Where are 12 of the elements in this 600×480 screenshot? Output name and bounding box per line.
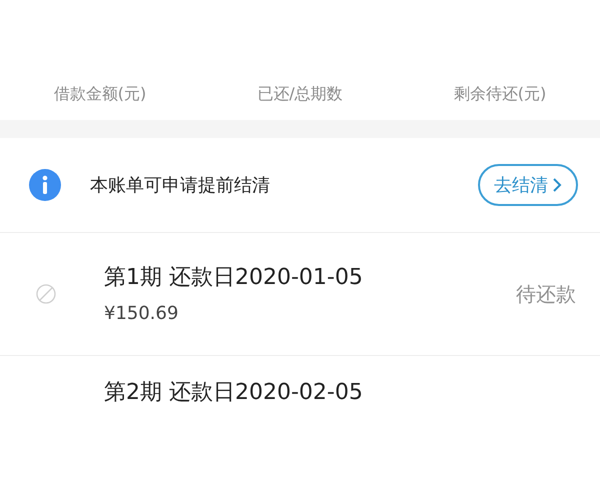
- installment-title: 第2期 还款日2020-02-05: [104, 379, 363, 407]
- notice-text: 本账单可申请提前结清: [90, 174, 270, 198]
- summary-label: 剩余待还(元): [454, 83, 546, 105]
- disabled-icon: [36, 284, 56, 304]
- installment-status: 待还款: [516, 281, 576, 308]
- settle-button[interactable]: 去结清: [478, 164, 578, 206]
- chevron-right-icon: [552, 177, 562, 193]
- info-icon: [28, 168, 62, 202]
- installment-amount: ¥150.69: [104, 302, 180, 326]
- summary-label: 已还/总期数: [257, 83, 343, 105]
- summary-label: 借款金额(元): [54, 83, 146, 105]
- installment-title: 第1期 还款日2020-01-05: [104, 264, 363, 292]
